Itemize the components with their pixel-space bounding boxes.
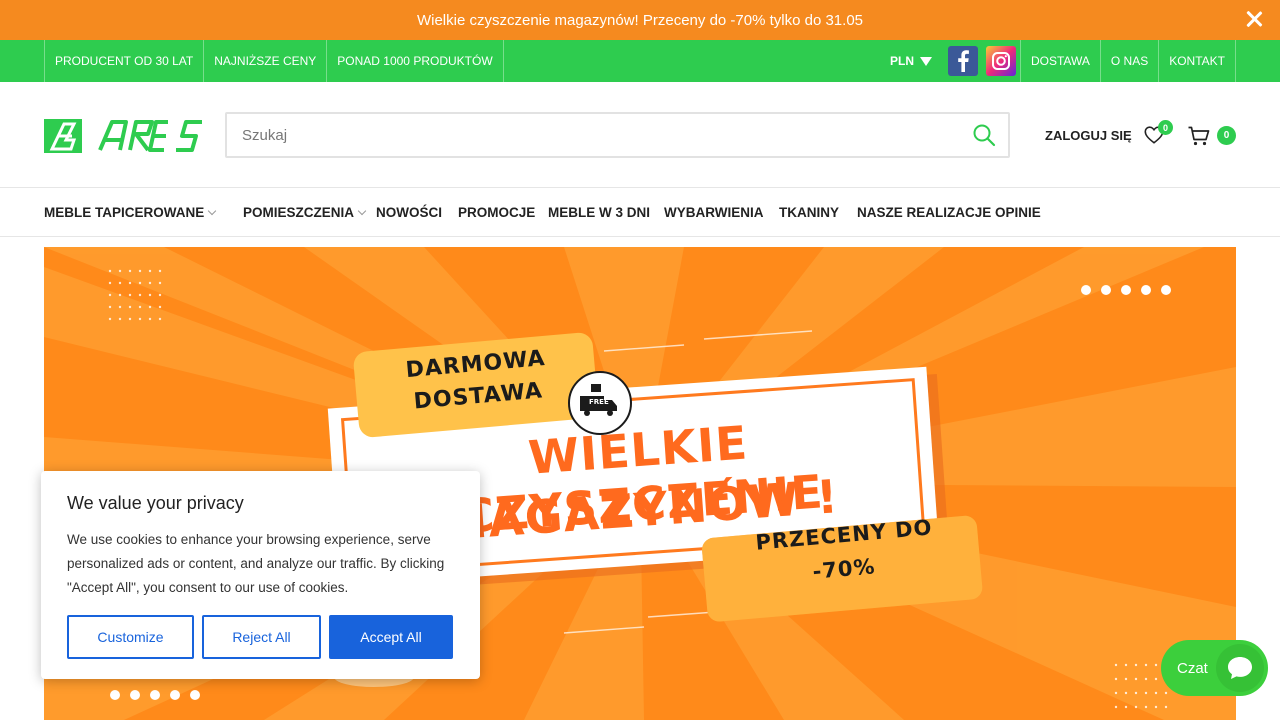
caret-down-icon — [919, 56, 932, 66]
chat-button[interactable]: Czat — [1161, 640, 1268, 696]
nav-item-promotions[interactable]: PROMOCJE — [458, 205, 535, 220]
nav-item-fabrics[interactable]: TKANINY — [779, 205, 839, 220]
close-icon[interactable] — [1244, 9, 1264, 29]
chat-bubble-icon — [1216, 644, 1264, 692]
nav-link-contact[interactable]: KONTAKT — [1158, 40, 1236, 82]
nav-link-about[interactable]: O NAS — [1099, 40, 1158, 82]
carousel-dot[interactable] — [130, 690, 140, 700]
ares-logo[interactable] — [44, 116, 206, 156]
top-bar: PRODUCENT OD 30 LAT NAJNIŻSZE CENY PONAD… — [0, 40, 1280, 82]
carousel-dot[interactable] — [1161, 285, 1171, 295]
nav-item-label: MEBLE TAPICEROWANE — [44, 205, 205, 220]
usp-producer: PRODUCENT OD 30 LAT — [44, 40, 203, 82]
truck-label: FREE — [589, 398, 609, 406]
main-nav: MEBLE TAPICEROWANE POMIESZCZENIA NOWOŚCI… — [0, 188, 1280, 237]
cart-count-badge: 0 — [1217, 126, 1236, 145]
nav-item-reviews[interactable]: OPINIE — [995, 205, 1041, 220]
chevron-down-icon — [357, 206, 367, 215]
carousel-dot[interactable] — [1081, 285, 1091, 295]
carousel-dot[interactable] — [110, 690, 120, 700]
carousel-dot[interactable] — [150, 690, 160, 700]
cookie-title: We value your privacy — [67, 493, 244, 513]
instagram-icon[interactable] — [985, 46, 1016, 76]
chat-label: Czat — [1177, 659, 1208, 677]
nav-link-delivery[interactable]: DOSTAWA — [1019, 40, 1100, 82]
carousel-dot[interactable] — [190, 690, 200, 700]
cookie-consent-dialog: We value your privacy We use cookies to … — [41, 471, 480, 679]
login-link[interactable]: ZALOGUJ SIĘ — [1045, 128, 1132, 143]
facebook-icon[interactable] — [947, 46, 978, 76]
usp-lowest-prices: NAJNIŻSZE CENY — [203, 40, 326, 82]
carousel-dot[interactable] — [1121, 285, 1131, 295]
promo-text: Wielkie czyszczenie magazynów! Przeceny … — [416, 11, 864, 29]
carousel-dot[interactable] — [1141, 285, 1151, 295]
carousel-dots-bottom — [110, 690, 200, 700]
nav-item-rooms[interactable]: POMIESZCZENIA — [243, 205, 367, 220]
currency-selector[interactable]: PLN — [878, 54, 944, 68]
search-input[interactable] — [227, 114, 927, 156]
cookie-body: We use cookies to enhance your browsing … — [67, 532, 445, 595]
wishlist-count-badge: 0 — [1158, 120, 1173, 135]
nav-item-label: POMIESZCZENIA — [243, 205, 355, 220]
search-bar — [225, 112, 1010, 158]
cart-button[interactable]: 0 — [1187, 124, 1236, 148]
nav-item-colors[interactable]: WYBARWIENIA — [664, 205, 764, 220]
search-icon[interactable] — [972, 123, 996, 147]
chevron-down-icon — [208, 206, 217, 215]
carousel-dot[interactable] — [1101, 285, 1111, 295]
site-header: ZALOGUJ SIĘ 0 0 — [0, 82, 1280, 188]
customize-button[interactable]: Customize — [67, 615, 194, 659]
nav-item-upholstered[interactable]: MEBLE TAPICEROWANE — [44, 205, 217, 220]
usp-products: PONAD 1000 PRODUKTÓW — [326, 40, 504, 82]
reject-all-button[interactable]: Reject All — [202, 615, 321, 659]
currency-label: PLN — [889, 54, 914, 68]
nav-item-new[interactable]: NOWOŚCI — [376, 205, 442, 220]
carousel-dots-top — [1081, 285, 1171, 295]
cart-icon — [1188, 126, 1210, 146]
wishlist-button[interactable]: 0 — [1143, 120, 1173, 148]
promo-bar: Wielkie czyszczenie magazynów! Przeceny … — [0, 0, 1280, 40]
accept-all-button[interactable]: Accept All — [329, 615, 453, 659]
nav-item-3-days[interactable]: MEBLE W 3 DNI — [548, 205, 650, 220]
carousel-dot[interactable] — [170, 690, 180, 700]
nav-item-realizations[interactable]: NASZE REALIZACJE — [857, 205, 991, 220]
